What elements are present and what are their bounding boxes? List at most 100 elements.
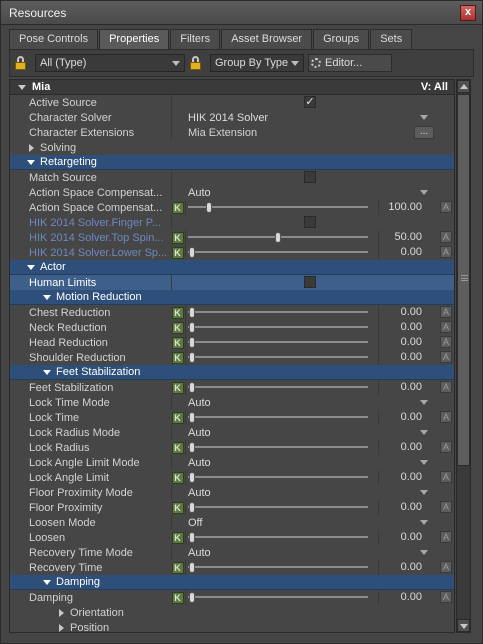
lock-angle-limit-mode-dropdown[interactable]: Auto [188,455,428,470]
value-slider[interactable] [188,440,368,455]
value-field[interactable]: 0.00 [378,530,434,545]
slider-thumb[interactable] [189,592,195,603]
slider-thumb[interactable] [189,472,195,483]
slider-thumb[interactable] [206,202,213,213]
slider-thumb[interactable] [275,232,281,243]
value-field[interactable]: 0.00 [378,380,434,395]
lock-icon[interactable] [13,55,29,71]
chevron-down-icon[interactable] [18,84,26,90]
close-icon[interactable]: x [460,4,476,21]
retargeting-section[interactable]: Retargeting [10,155,454,170]
value-slider[interactable] [188,470,368,485]
value-slider[interactable] [188,500,368,515]
value-field[interactable]: 0.00 [378,500,434,515]
value-field[interactable]: 0.00 [378,470,434,485]
object-header[interactable]: Mia V: All [10,80,454,95]
editor-button[interactable]: Editor... [308,54,392,72]
anim-button[interactable]: A [440,246,452,258]
chevron-right-icon[interactable] [59,623,64,632]
anim-button[interactable]: A [440,381,452,393]
anim-button[interactable]: A [440,336,452,348]
scroll-thumb[interactable] [457,94,470,466]
key-button[interactable]: K [171,501,184,514]
slider-thumb[interactable] [189,247,195,258]
value-field[interactable]: 100.00 [378,200,434,215]
chevron-down-icon[interactable] [43,294,51,300]
key-button[interactable]: K [171,381,184,394]
value-field[interactable]: 50.00 [378,230,434,245]
tab-asset-browser[interactable]: Asset Browser [221,29,313,49]
chevron-down-icon[interactable] [43,369,51,375]
slider-thumb[interactable] [189,337,195,348]
anim-button[interactable]: A [440,561,452,573]
value-field[interactable]: 0.00 [378,320,434,335]
position-group[interactable]: Position [10,620,454,632]
slider-thumb[interactable] [189,322,195,333]
value-slider[interactable] [188,530,368,545]
value-field[interactable]: 0.00 [378,560,434,575]
anim-button[interactable]: A [440,201,452,213]
browse-button[interactable]: ... [414,126,434,139]
anim-button[interactable]: A [440,501,452,513]
anim-button[interactable]: A [440,306,452,318]
actor-section[interactable]: Actor [10,260,454,275]
key-button[interactable]: K [171,336,184,349]
title-bar[interactable]: Resources x [1,1,482,25]
motion-reduction-section[interactable]: Motion Reduction [10,290,454,305]
anim-button[interactable]: A [440,351,452,363]
slider-thumb[interactable] [189,382,195,393]
key-button[interactable]: K [171,321,184,334]
damping-section[interactable]: Damping [10,575,454,590]
value-field[interactable]: 0.00 [378,305,434,320]
tab-filters[interactable]: Filters [170,29,221,49]
recovery-time-mode-dropdown[interactable]: Auto [188,545,428,560]
slider-thumb[interactable] [189,532,195,543]
tab-properties[interactable]: Properties [99,29,170,49]
key-button[interactable]: K [171,246,184,259]
value-slider[interactable] [188,560,368,575]
key-button[interactable]: K [171,411,184,424]
type-filter-select[interactable]: All (Type) [35,54,185,72]
tab-pose-controls[interactable]: Pose Controls [9,29,99,49]
anim-button[interactable]: A [440,411,452,423]
slider-thumb[interactable] [189,442,195,453]
key-button[interactable]: K [171,441,184,454]
value-slider[interactable] [188,230,368,245]
value-slider[interactable] [188,245,368,260]
chevron-down-icon[interactable] [27,159,35,165]
key-button[interactable]: K [171,201,184,214]
value-slider[interactable] [188,305,368,320]
anim-button[interactable]: A [440,471,452,483]
action-space-dropdown[interactable]: Auto [188,185,428,200]
character-solver-dropdown[interactable]: HIK 2014 Solver [188,110,428,125]
vertical-scrollbar[interactable] [456,79,471,633]
view-filter[interactable]: V: All [421,81,448,93]
tab-groups[interactable]: Groups [313,29,370,49]
chevron-right-icon[interactable] [59,608,64,617]
value-slider[interactable] [188,350,368,365]
scroll-down-icon[interactable] [457,619,470,632]
tab-sets[interactable]: Sets [370,29,413,49]
slider-thumb[interactable] [189,352,195,363]
value-slider[interactable] [188,410,368,425]
value-field[interactable]: 0.00 [378,410,434,425]
anim-button[interactable]: A [440,231,452,243]
key-button[interactable]: K [171,306,184,319]
chevron-right-icon[interactable] [29,143,34,152]
anim-button[interactable]: A [440,531,452,543]
key-button[interactable]: K [171,561,184,574]
value-field[interactable]: 0.00 [378,350,434,365]
human-limits-checkbox[interactable] [304,276,316,288]
slider-thumb[interactable] [189,562,195,573]
slider-thumb[interactable] [189,307,195,318]
slider-thumb[interactable] [189,502,195,513]
lock-time-mode-dropdown[interactable]: Auto [188,395,428,410]
lock-icon[interactable] [188,55,204,71]
match-source-checkbox[interactable] [304,171,316,183]
value-slider[interactable] [188,590,368,605]
solving-group[interactable]: Solving [10,140,454,155]
group-by-select[interactable]: Group By Type [210,54,304,72]
value-slider[interactable] [188,320,368,335]
value-slider[interactable] [188,200,368,215]
feet-stabilization-section[interactable]: Feet Stabilization [10,365,454,380]
